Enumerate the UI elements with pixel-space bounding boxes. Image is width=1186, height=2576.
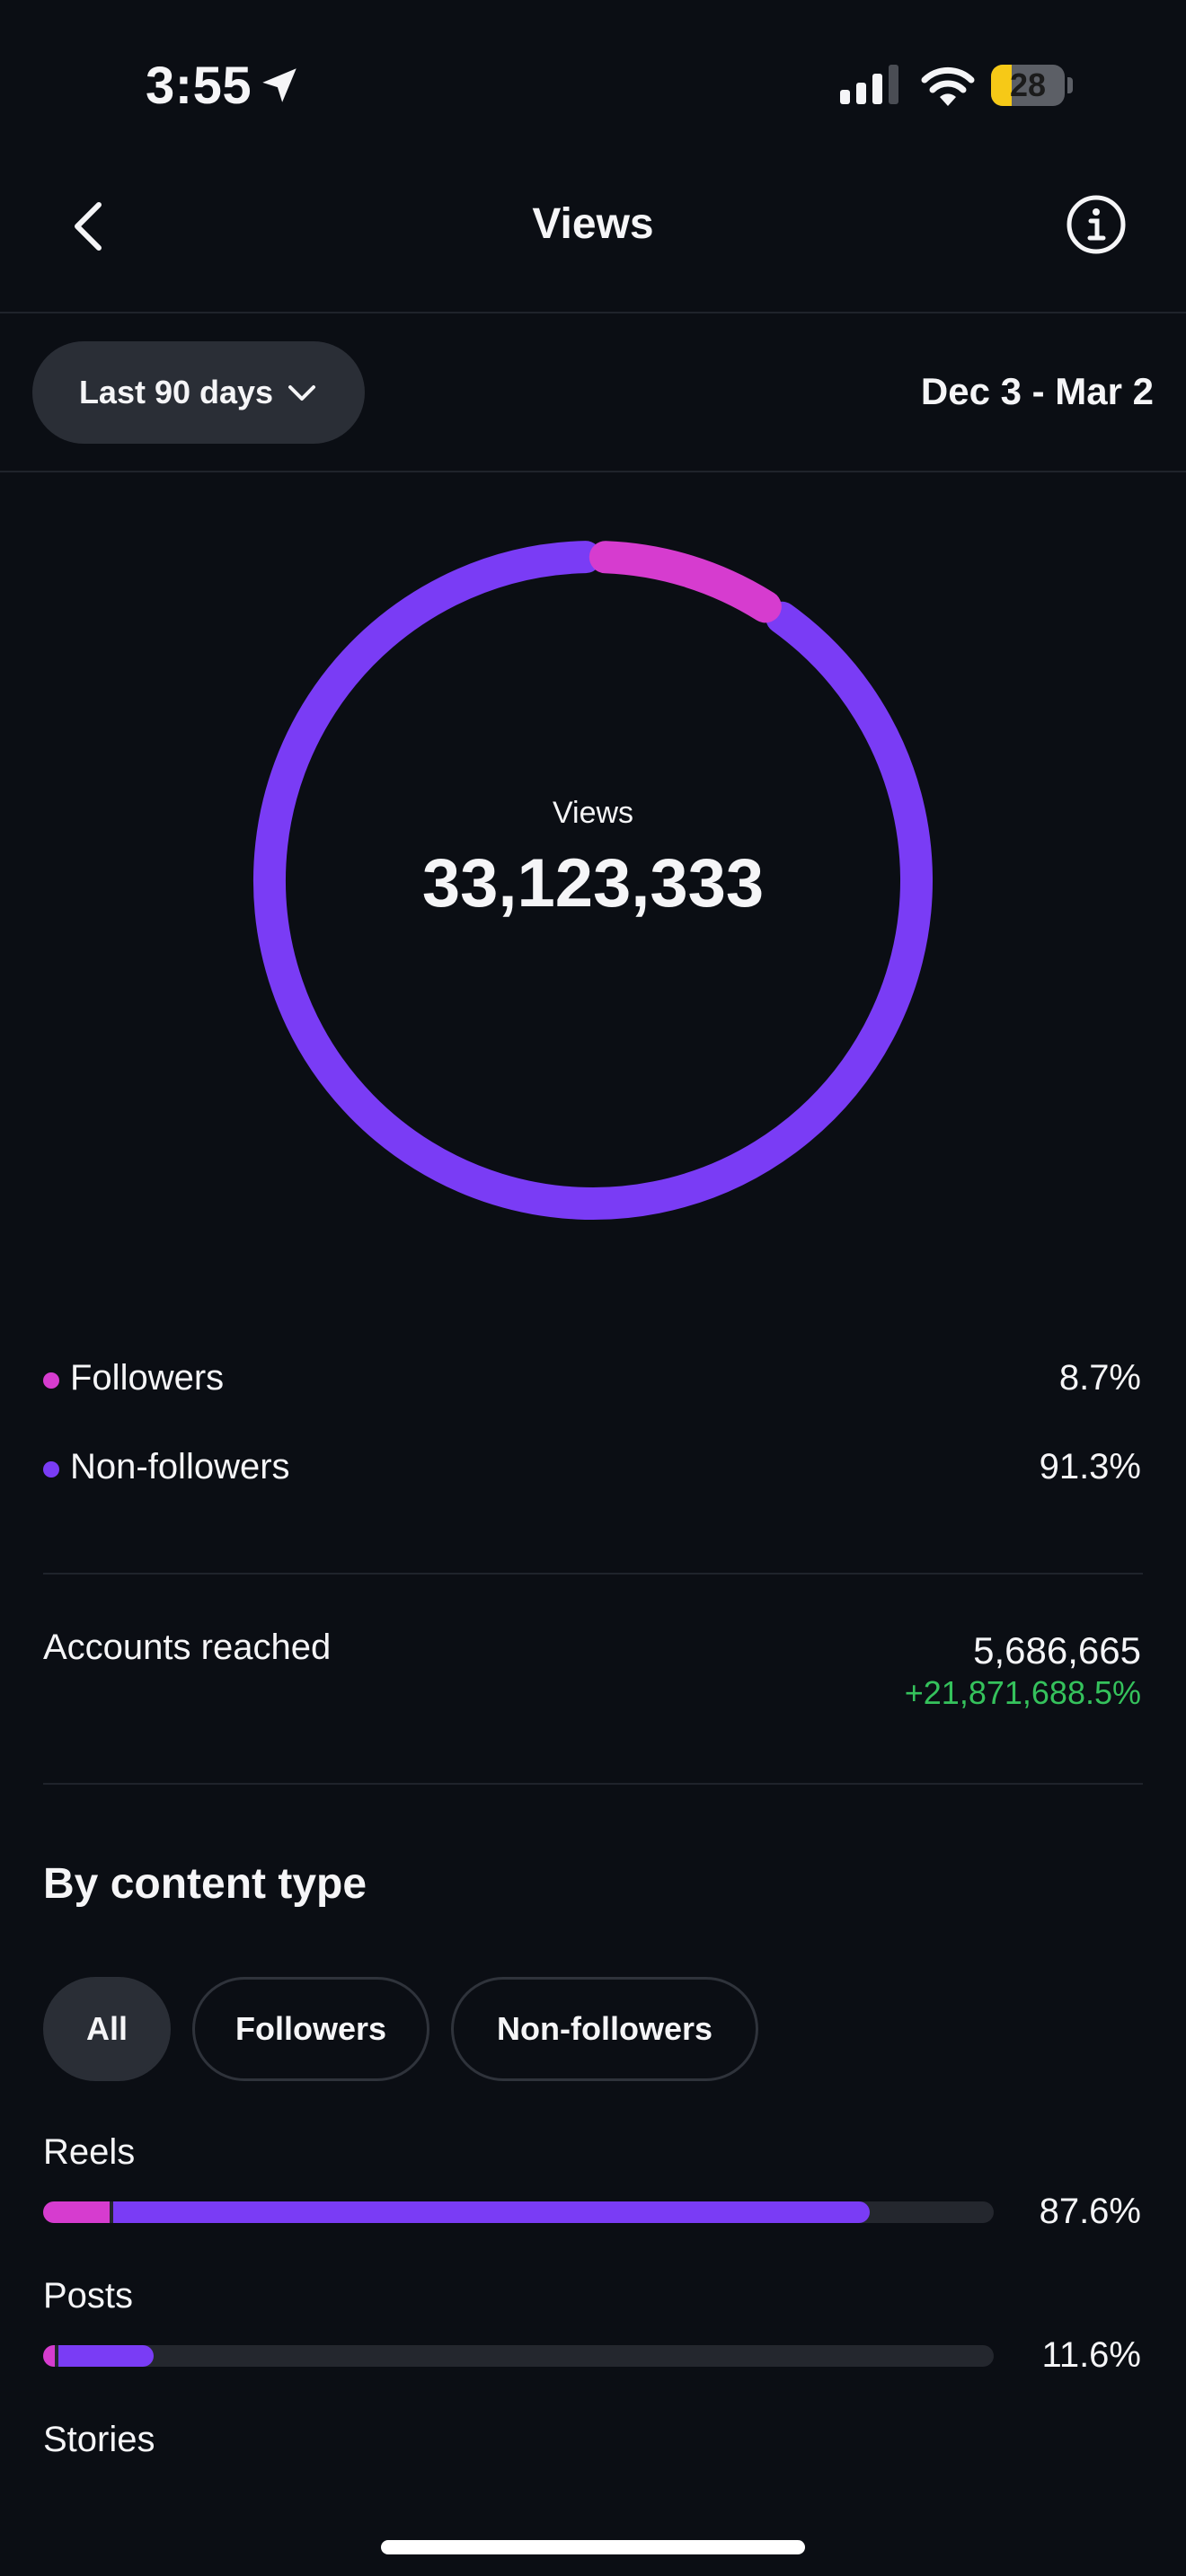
filter-chip-non-followers[interactable]: Non-followers [451, 1977, 758, 2081]
non-followers-legend-label: Non-followers [70, 1447, 290, 1486]
accounts-reached-change: +21,871,688.5% [904, 1674, 1141, 1711]
battery-level: 28 [1009, 66, 1047, 103]
filter-chip-followers[interactable]: Followers [192, 1977, 429, 2081]
followers-arc [589, 541, 782, 623]
page-title: Views [532, 200, 654, 248]
reels-bar [43, 2201, 994, 2223]
posts-percentage: 11.6% [1041, 2335, 1141, 2375]
legend-divider [43, 1573, 1143, 1575]
date-range-text: Dec 3 - Mar 2 [920, 370, 1154, 412]
accounts-reached-label: Accounts reached [43, 1628, 332, 1667]
header-divider [0, 312, 1186, 313]
content-type-label-reels: Reels [43, 2132, 136, 2172]
reels-followers-segment [43, 2201, 111, 2223]
chevron-down-icon [288, 385, 316, 401]
accounts-reached-value: 5,686,665 [973, 1629, 1141, 1672]
followers-legend-label: Followers [70, 1358, 225, 1398]
home-indicator [381, 2540, 805, 2554]
reach-divider [43, 1783, 1143, 1785]
posts-followers-segment [43, 2345, 55, 2367]
followers-percentage: 8.7% [1058, 1358, 1141, 1398]
posts-bar [43, 2345, 994, 2367]
total-views-value: 33,123,333 [421, 845, 765, 922]
non-followers-percentage: 91.3% [1039, 1447, 1141, 1486]
wifi-icon [921, 66, 975, 106]
posts-non-followers-segment [58, 2345, 154, 2367]
cellular-signal-icon [840, 65, 898, 104]
filter-chip-all[interactable]: All [43, 1977, 171, 2081]
date-range-dropdown[interactable]: Last 90 days [32, 341, 365, 444]
battery-icon: 28 [991, 65, 1074, 106]
content-type-label-stories: Stories [43, 2420, 155, 2459]
section-title: By content type [43, 1860, 367, 1908]
donut-label: Views [552, 796, 634, 830]
content-type-label-posts: Posts [43, 2276, 134, 2316]
info-icon[interactable] [1060, 189, 1132, 260]
non-followers-legend-dot [43, 1461, 59, 1478]
location-arrow-icon [262, 68, 296, 102]
status-time: 3:55 [146, 57, 252, 115]
reels-percentage: 87.6% [1039, 2192, 1141, 2231]
date-range-dropdown-label: Last 90 days [78, 374, 274, 410]
followers-legend-dot [43, 1372, 59, 1389]
filter-divider [0, 471, 1186, 472]
reels-non-followers-segment [113, 2201, 871, 2223]
